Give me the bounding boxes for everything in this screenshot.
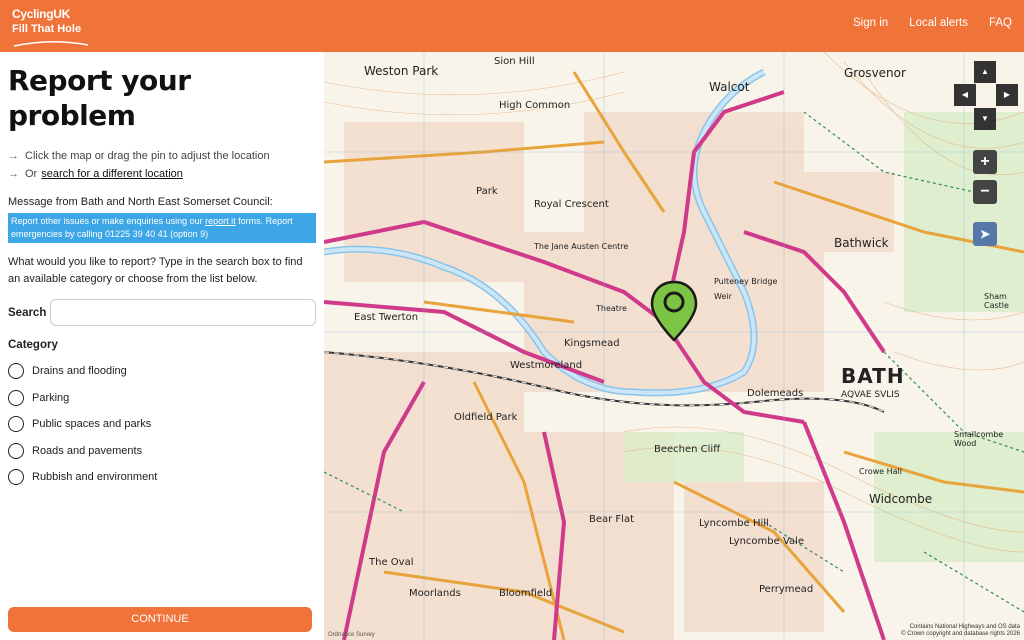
category-option[interactable]: Public spaces and parks [8, 411, 316, 438]
category-option-label: Rubbish and environment [32, 471, 158, 484]
search-location-row: → Or search for a different location [8, 168, 316, 180]
map-view[interactable]: Weston Park Sion Hill Walcot Grosvenor H… [324, 52, 1024, 640]
map-label: Perrymead [759, 584, 814, 595]
category-option-label: Parking [32, 391, 70, 404]
arrow-right-icon: → [8, 150, 19, 162]
zoom-out-button[interactable]: − [973, 180, 997, 204]
map-label: Oldfield Park [454, 412, 518, 423]
search-label: Search [8, 306, 47, 319]
map-label: High Common [499, 100, 571, 111]
map-label: Widcombe [869, 492, 933, 506]
pan-left-button[interactable]: ◀ [954, 84, 976, 106]
title-line-1: Report your [8, 64, 191, 97]
category-option-label: Drains and flooding [32, 365, 127, 378]
category-label: Category [8, 339, 58, 351]
radio-icon[interactable] [8, 389, 24, 406]
attribution-line-1: Contains National Highways and OS data [909, 624, 1020, 630]
or-text: Or [25, 168, 38, 180]
map-label: Crowe Hall [859, 467, 902, 476]
category-option[interactable]: Roads and pavements [8, 438, 316, 465]
map-label: Weir [714, 292, 732, 301]
map-label: Weston Park [364, 64, 439, 78]
attribution-line-2: © Crown copyright and database rights 20… [901, 631, 1020, 637]
map-label: AQVAE SVLIS [841, 390, 900, 400]
ordnance-survey-logo: Ordnance Survey [328, 632, 375, 638]
site-header: CyclingUK Fill That Hole Sign in Local a… [0, 0, 1024, 52]
search-different-location-link[interactable]: search for a different location [41, 168, 183, 180]
map-label: Dolemeads [747, 388, 804, 399]
map-label: Beechen Cliff [654, 444, 721, 455]
map-hint-text: Click the map or drag the pin to adjust … [25, 150, 270, 162]
category-search-input[interactable] [50, 299, 316, 326]
map-label: Moorlands [409, 588, 461, 599]
locate-me-icon[interactable]: ➤ [973, 222, 997, 246]
report-sidebar: Report your problem → Click the map or d… [0, 52, 324, 640]
radio-icon[interactable] [8, 469, 24, 486]
os-map-tiles[interactable] [324, 52, 1024, 640]
brand-top: CyclingUK [12, 7, 70, 21]
category-option-label: Public spaces and parks [32, 418, 152, 431]
pan-right-button[interactable]: ▶ [996, 84, 1018, 106]
category-option[interactable]: Drains and flooding [8, 358, 316, 385]
message-text-1: Report other issues or make enquiries us… [11, 216, 203, 226]
swoosh-icon [13, 40, 89, 47]
map-label: Grosvenor [844, 66, 906, 80]
radio-icon[interactable] [8, 442, 24, 459]
title-line-2: problem [8, 99, 136, 132]
map-label: Smallcombe Wood [954, 430, 1004, 448]
map-hint: → Click the map or drag the pin to adjus… [8, 150, 316, 162]
map-label: East Twerton [354, 312, 419, 323]
map-label: The Jane Austen Centre [534, 242, 629, 251]
location-pin-icon[interactable] [649, 280, 699, 342]
map-label: The Oval [369, 557, 414, 568]
map-label: Pulteney Bridge [714, 277, 778, 286]
category-option[interactable]: Rubbish and environment [8, 464, 316, 491]
faq-link[interactable]: FAQ [989, 17, 1012, 29]
map-label: Bathwick [834, 236, 889, 250]
map-label: Theatre [596, 304, 627, 313]
pan-up-button[interactable]: ▲ [974, 61, 996, 83]
brand-bottom: Fill That Hole [12, 23, 82, 35]
map-label: Walcot [709, 80, 750, 94]
local-alerts-link[interactable]: Local alerts [909, 17, 968, 29]
radio-icon[interactable] [8, 416, 24, 433]
council-message: Report other issues or make enquiries us… [8, 213, 316, 243]
map-attribution: Contains National Highways and OS data ©… [901, 624, 1020, 638]
radio-icon[interactable] [8, 363, 24, 380]
map-label: Lyncombe Hill [699, 518, 769, 529]
map-label: Westmoreland [510, 360, 583, 371]
header-nav: Sign in Local alerts FAQ [853, 17, 1012, 29]
zoom-in-button[interactable]: + [973, 150, 997, 174]
map-label: Bear Flat [589, 514, 635, 525]
category-search: Search [8, 299, 316, 326]
map-label: Bloomfield [499, 588, 553, 599]
category-option-label: Roads and pavements [32, 444, 143, 457]
category-prompt: What would you like to report? Type in t… [8, 256, 303, 285]
cyclinguk-logo[interactable]: CyclingUK Fill That Hole [12, 7, 90, 47]
map-label-bath: BATH [841, 364, 905, 388]
report-it-link[interactable]: report it [205, 216, 236, 226]
category-list: Drains and flooding Parking Public space… [8, 358, 316, 491]
map-label: Park [476, 186, 498, 197]
continue-button[interactable]: CONTINUE [8, 607, 312, 632]
pan-down-button[interactable]: ▼ [974, 108, 996, 130]
map-label: Royal Crescent [534, 199, 609, 210]
arrow-right-icon: → [8, 168, 19, 180]
map-label: Lyncombe Vale [729, 536, 805, 547]
page-title: Report your problem [8, 63, 316, 133]
map-label: Sion Hill [494, 56, 535, 67]
category-option[interactable]: Parking [8, 385, 316, 412]
map-label: Kingsmead [564, 338, 620, 349]
council-message-title: Message from Bath and North East Somerse… [8, 196, 273, 208]
map-label: Sham Castle [984, 292, 1009, 310]
sign-in-link[interactable]: Sign in [853, 17, 888, 29]
